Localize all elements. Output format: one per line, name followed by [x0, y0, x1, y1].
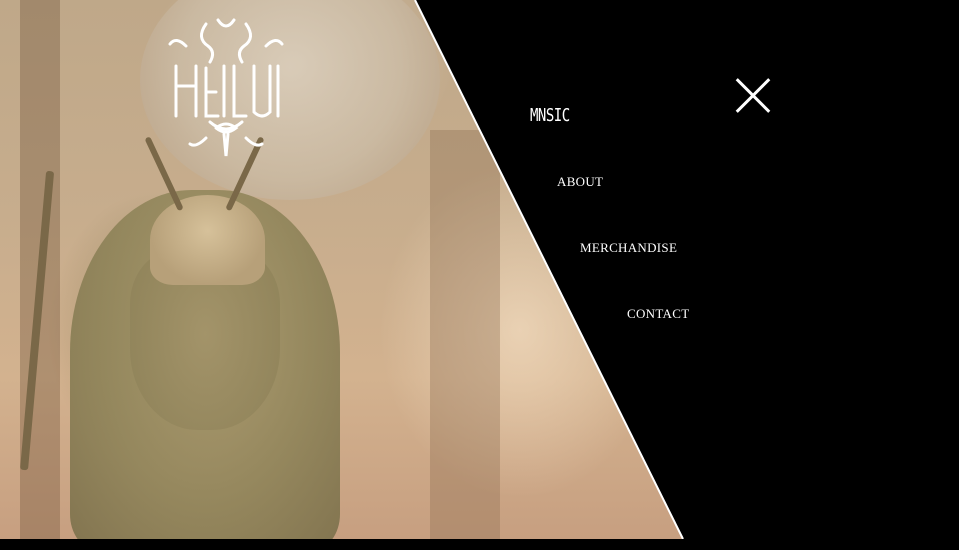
- performer-headdress: [150, 195, 265, 285]
- menu-item-contact[interactable]: CONTACT: [627, 306, 689, 322]
- menu-item-merchandise[interactable]: MERCHANDISE: [580, 240, 677, 256]
- heilung-logo-icon[interactable]: [166, 16, 286, 158]
- close-menu-button[interactable]: [734, 76, 772, 114]
- hero-photo: [0, 0, 683, 539]
- menu-item-about[interactable]: ABOUT: [557, 174, 603, 190]
- background-pillar: [430, 130, 500, 539]
- menu-item-music[interactable]: MNSIC: [530, 106, 570, 126]
